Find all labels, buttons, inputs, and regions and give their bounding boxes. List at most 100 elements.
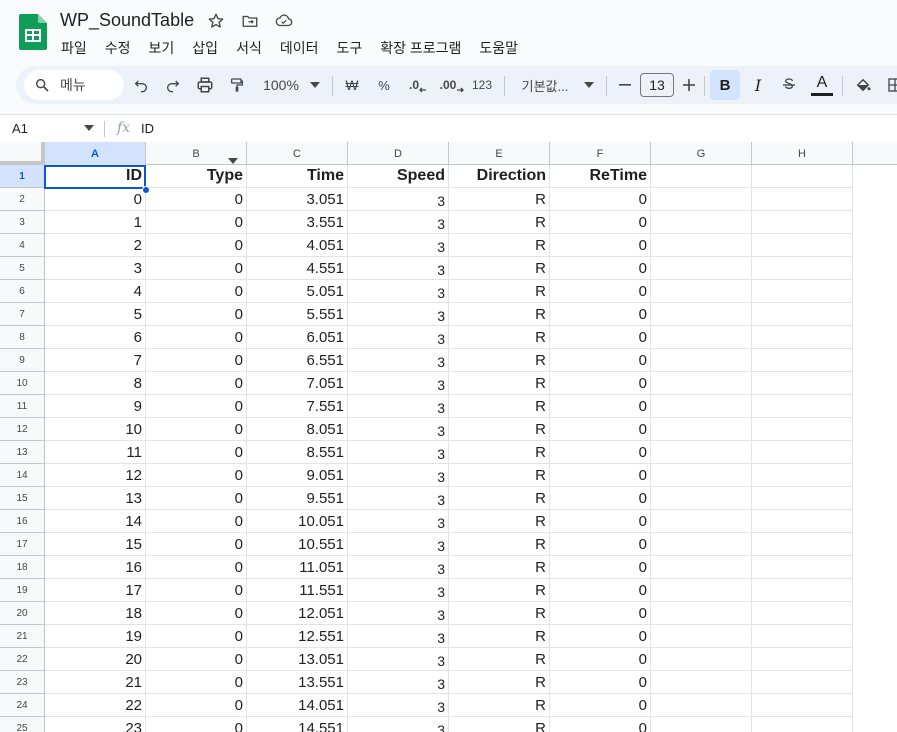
cell-c1[interactable]: Time [247,165,348,188]
fill-color-icon[interactable] [852,66,874,104]
cell-g24[interactable] [651,694,752,717]
cell-f6[interactable]: 0 [550,280,651,303]
row-header[interactable]: 19 [0,579,45,602]
cell-h17[interactable] [752,533,853,556]
cell-c4[interactable]: 4.051 [247,234,348,257]
cell-d19[interactable]: 3 [348,579,449,602]
cell-d2[interactable]: 3 [348,188,449,211]
cell-a9[interactable]: 7 [45,349,146,372]
cell-g10[interactable] [651,372,752,395]
cell-g23[interactable] [651,671,752,694]
cell-h15[interactable] [752,487,853,510]
row-header[interactable]: 13 [0,441,45,464]
cell-e6[interactable]: R [449,280,550,303]
cell-e23[interactable]: R [449,671,550,694]
cell-e13[interactable]: R [449,441,550,464]
cell-b17[interactable]: 0 [146,533,247,556]
cell-h12[interactable] [752,418,853,441]
cell-h20[interactable] [752,602,853,625]
increase-font-size-icon[interactable] [680,66,698,104]
cell-b23[interactable]: 0 [146,671,247,694]
font-size-input[interactable]: 13 [640,73,674,97]
cell-d25[interactable]: 3 [348,717,449,732]
cell-e5[interactable]: R [449,257,550,280]
cell-e24[interactable]: R [449,694,550,717]
cell-g5[interactable] [651,257,752,280]
row-header[interactable]: 4 [0,234,45,257]
cell-a19[interactable]: 17 [45,579,146,602]
cell-e3[interactable]: R [449,211,550,234]
cell-c8[interactable]: 6.051 [247,326,348,349]
cell-b12[interactable]: 0 [146,418,247,441]
cell-g13[interactable] [651,441,752,464]
cell-b1[interactable]: Type [146,165,247,188]
cell-e20[interactable]: R [449,602,550,625]
cell-e22[interactable]: R [449,648,550,671]
cell-a3[interactable]: 1 [45,211,146,234]
cell-d21[interactable]: 3 [348,625,449,648]
number-format-button[interactable]: 123 [470,66,494,104]
cell-d22[interactable]: 3 [348,648,449,671]
cell-e8[interactable]: R [449,326,550,349]
row-header[interactable]: 16 [0,510,45,533]
cell-c17[interactable]: 10.551 [247,533,348,556]
cell-a23[interactable]: 21 [45,671,146,694]
cell-d7[interactable]: 3 [348,303,449,326]
cell-a18[interactable]: 16 [45,556,146,579]
cell-h2[interactable] [752,188,853,211]
cell-f15[interactable]: 0 [550,487,651,510]
cell-b16[interactable]: 0 [146,510,247,533]
cell-b25[interactable]: 0 [146,717,247,732]
column-header-g[interactable]: G [651,142,752,165]
row-header[interactable]: 23 [0,671,45,694]
cell-c3[interactable]: 3.551 [247,211,348,234]
chevron-down-icon[interactable] [582,66,596,104]
cell-g17[interactable] [651,533,752,556]
decrease-decimal-button[interactable]: .0 [406,66,430,104]
cell-f21[interactable]: 0 [550,625,651,648]
cell-d15[interactable]: 3 [348,487,449,510]
text-color-button[interactable]: A [810,66,834,104]
cell-c2[interactable]: 3.051 [247,188,348,211]
cell-a10[interactable]: 8 [45,372,146,395]
formula-input[interactable]: ID [141,121,154,136]
cell-c6[interactable]: 5.051 [247,280,348,303]
cell-b11[interactable]: 0 [146,395,247,418]
cell-f13[interactable]: 0 [550,441,651,464]
cell-h3[interactable] [752,211,853,234]
cell-g3[interactable] [651,211,752,234]
strikethrough-icon[interactable] [778,66,800,104]
cell-a7[interactable]: 5 [45,303,146,326]
cell-b10[interactable]: 0 [146,372,247,395]
row-header[interactable]: 5 [0,257,45,280]
cell-b21[interactable]: 0 [146,625,247,648]
zoom-select[interactable]: 100% [260,66,302,104]
column-header-d[interactable]: D [348,142,449,165]
cell-e12[interactable]: R [449,418,550,441]
cell-g20[interactable] [651,602,752,625]
chevron-down-icon[interactable] [84,125,94,131]
cell-f5[interactable]: 0 [550,257,651,280]
cell-c22[interactable]: 13.051 [247,648,348,671]
row-header[interactable]: 1 [0,165,45,188]
row-header[interactable]: 17 [0,533,45,556]
cell-b18[interactable]: 0 [146,556,247,579]
decrease-font-size-icon[interactable] [616,66,634,104]
cell-c16[interactable]: 10.051 [247,510,348,533]
cell-f8[interactable]: 0 [550,326,651,349]
cell-h16[interactable] [752,510,853,533]
cell-f23[interactable]: 0 [550,671,651,694]
cell-h1[interactable] [752,165,853,188]
row-header[interactable]: 11 [0,395,45,418]
row-header[interactable]: 7 [0,303,45,326]
column-header-e[interactable]: E [449,142,550,165]
row-header[interactable]: 15 [0,487,45,510]
percent-format-button[interactable]: % [374,66,394,104]
sheets-logo-icon[interactable] [19,14,47,50]
cell-b8[interactable]: 0 [146,326,247,349]
cell-b2[interactable]: 0 [146,188,247,211]
row-header[interactable]: 14 [0,464,45,487]
cell-h22[interactable] [752,648,853,671]
menu-insert[interactable]: 삽입 [183,36,227,60]
cell-a20[interactable]: 18 [45,602,146,625]
